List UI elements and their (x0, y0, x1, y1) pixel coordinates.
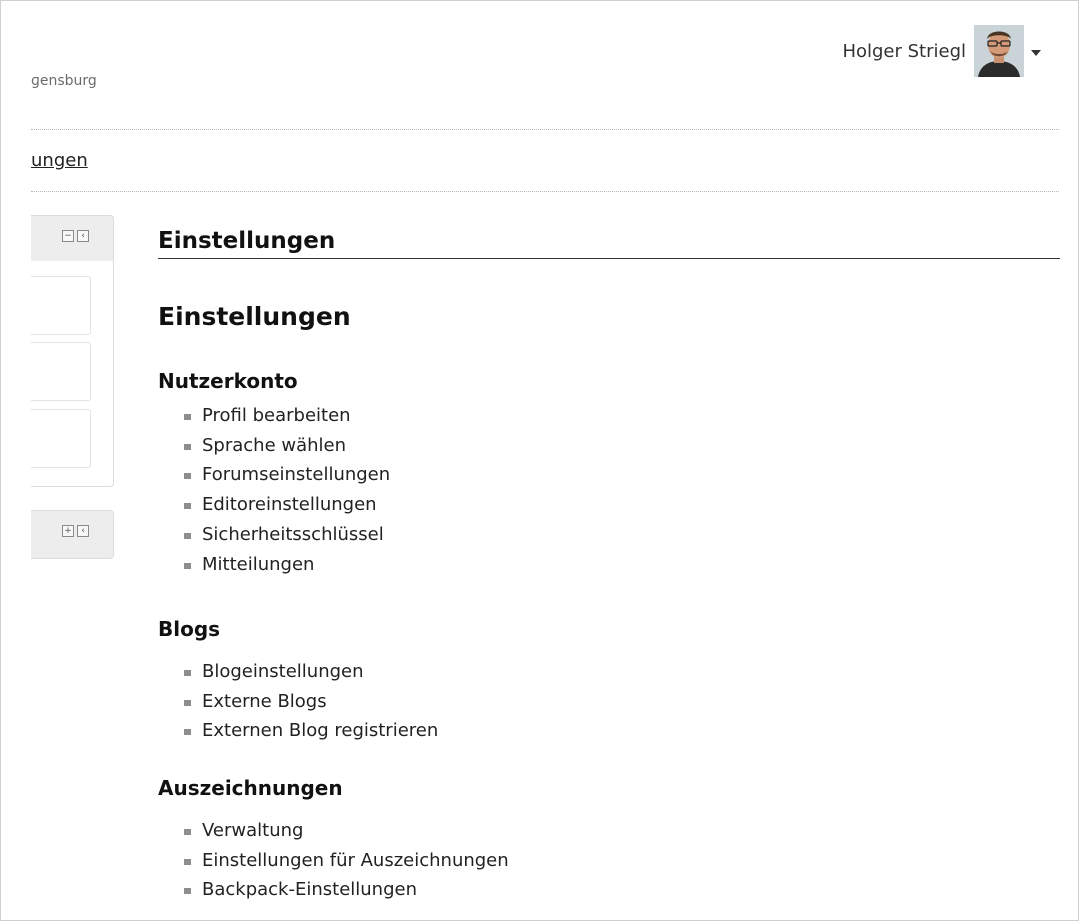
list-item: Sicherheitsschlüssel (184, 520, 390, 550)
caret-down-icon[interactable] (1031, 50, 1041, 56)
sidebar-item[interactable] (31, 276, 91, 335)
link-mitteilungen[interactable]: Mitteilungen (202, 554, 314, 575)
list-item: Backpack-Einstellungen (184, 875, 509, 905)
section-title: Auszeichnungen (158, 776, 343, 800)
list-item: Verwaltung (184, 816, 509, 846)
dock-left-icon[interactable]: ‹ (77, 525, 89, 537)
link-blogeinstellungen[interactable]: Blogeinstellungen (202, 661, 364, 682)
page-title: Einstellungen (158, 302, 351, 331)
link-backpack-einstellungen[interactable]: Backpack-Einstellungen (202, 879, 417, 900)
sidebar-docked-block: + ‹ (31, 510, 114, 559)
link-list: Blogeinstellungen Externe Blogs Externen… (158, 657, 438, 746)
main-content: Einstellungen Einstellungen (158, 228, 1060, 332)
link-sprache-waehlen[interactable]: Sprache wählen (202, 435, 346, 456)
block-controls: + ‹ (62, 525, 89, 537)
minus-icon[interactable]: − (62, 230, 74, 242)
site-name[interactable]: ɡensburg (31, 73, 97, 89)
sidebar-block-header: − ‹ (31, 215, 114, 263)
block-controls: − ‹ (62, 230, 89, 242)
breadcrumb-current[interactable]: ungen (31, 150, 88, 171)
link-editoreinstellungen[interactable]: Editoreinstellungen (202, 494, 377, 515)
list-item: Sprache wählen (184, 431, 390, 461)
list-item: Forumseinstellungen (184, 460, 390, 490)
list-item: Editoreinstellungen (184, 490, 390, 520)
link-externe-blogs[interactable]: Externe Blogs (202, 691, 327, 712)
section-nutzerkonto: Nutzerkonto Profil bearbeiten Sprache wä… (158, 369, 390, 579)
list-item: Blogeinstellungen (184, 657, 438, 687)
section-title: Nutzerkonto (158, 369, 298, 393)
page-heading: Einstellungen (158, 228, 1060, 259)
link-sicherheitsschluessel[interactable]: Sicherheitsschlüssel (202, 524, 384, 545)
link-verwaltung[interactable]: Verwaltung (202, 820, 303, 841)
list-item: Mitteilungen (184, 550, 390, 580)
link-externen-blog-registrieren[interactable]: Externen Blog registrieren (202, 720, 438, 741)
link-forumseinstellungen[interactable]: Forumseinstellungen (202, 464, 390, 485)
user-avatar-icon (974, 25, 1024, 77)
link-profil-bearbeiten[interactable]: Profil bearbeiten (202, 405, 351, 426)
avatar[interactable] (974, 25, 1024, 77)
list-item: Externe Blogs (184, 687, 438, 717)
section-blogs: Blogs Blogeinstellungen Externe Blogs Ex… (158, 617, 438, 746)
sidebar-item[interactable] (31, 342, 91, 401)
link-einstellungen-auszeichnungen[interactable]: Einstellungen für Auszeichnungen (202, 850, 509, 871)
user-menu[interactable]: Holger Striegl (842, 25, 1041, 77)
section-auszeichnungen: Auszeichnungen Verwaltung Einstellungen … (158, 776, 509, 905)
list-item: Einstellungen für Auszeichnungen (184, 846, 509, 876)
sidebar-item[interactable] (31, 409, 91, 468)
breadcrumb-divider (31, 191, 1059, 192)
section-title: Blogs (158, 617, 221, 641)
list-item: Profil bearbeiten (184, 401, 390, 431)
user-name[interactable]: Holger Striegl (842, 41, 966, 62)
dock-left-icon[interactable]: ‹ (77, 230, 89, 242)
link-list: Verwaltung Einstellungen für Auszeichnun… (158, 816, 509, 905)
link-list: Profil bearbeiten Sprache wählen Forumse… (158, 401, 390, 579)
header-divider (31, 129, 1059, 130)
plus-icon[interactable]: + (62, 525, 74, 537)
list-item: Externen Blog registrieren (184, 716, 438, 746)
